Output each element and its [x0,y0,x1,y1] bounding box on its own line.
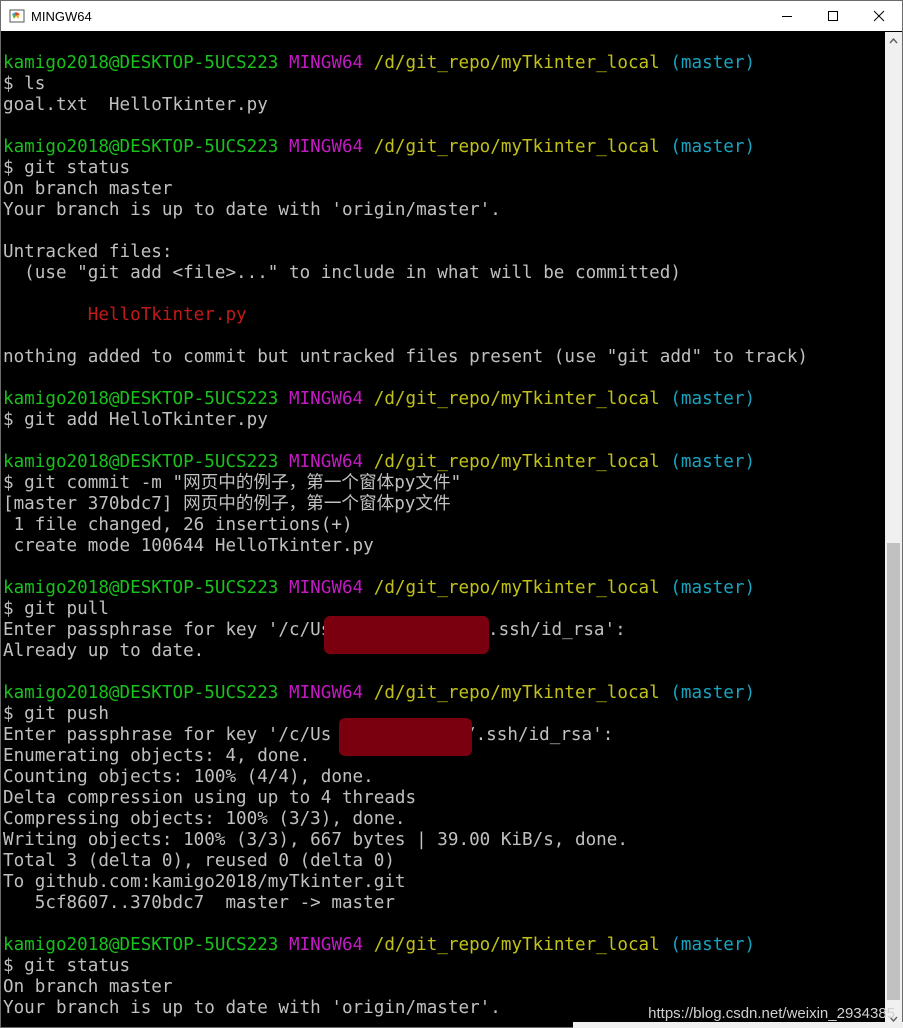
output-line: On branch master [3,977,173,997]
command-line: $ git status [3,956,131,976]
output-line: Enter passphrase for key '/c/Us [3,725,332,745]
maximize-icon [828,11,838,21]
output-line: [master 370bdc7] 网页中的例子，第一个窗体py文件 [3,494,451,514]
status-strip [573,1022,903,1028]
output-line: 5cf8607..370bdc7 master -> master [3,893,395,913]
output-line: .ssh/id_rsa': [488,620,626,640]
prompt-line: kamigo2018@DESKTOP-5UCS223 MINGW64 /d/gi… [3,935,756,955]
prompt-line: kamigo2018@DESKTOP-5UCS223 MINGW64 /d/gi… [3,683,756,703]
terminal-window: MINGW64 kamigo2018@DESKTOP-5UCS223 MINGW… [0,0,903,1028]
untracked-file: HelloTkinter.py [3,305,247,325]
window-title: MINGW64 [31,8,92,24]
title-bar[interactable]: MINGW64 [1,1,902,31]
command-line: $ git push [3,704,109,724]
prompt-line: kamigo2018@DESKTOP-5UCS223 MINGW64 /d/gi… [3,452,756,472]
command-line: $ git status [3,158,131,178]
output-line: goal.txt HelloTkinter.py [3,95,268,115]
minimize-button[interactable] [764,1,810,31]
command-line: $ git pull [3,599,109,619]
output-line: Your branch is up to date with 'origin/m… [3,998,501,1018]
output-line: Total 3 (delta 0), reused 0 (delta 0) [3,851,395,871]
redaction-mark [339,718,472,756]
output-line: (use "git add <file>..." to include in w… [3,263,681,283]
watermark: https://blog.csdn.net/weixin_2934385 [648,1005,895,1022]
command-line: $ ls [3,74,46,94]
close-icon [873,10,885,22]
output-line: On branch master [3,179,173,199]
scroll-up-button[interactable] [885,32,902,49]
prompt-line: kamigo2018@DESKTOP-5UCS223 MINGW64 /d/gi… [3,53,756,73]
output-line: Writing objects: 100% (3/3), 667 bytes |… [3,830,628,850]
output-line: create mode 100644 HelloTkinter.py [3,536,374,556]
output-line: Counting objects: 100% (4/4), done. [3,767,374,787]
output-line: Compressing objects: 100% (3/3), done. [3,809,406,829]
output-line: Already up to date. [3,641,205,661]
output-line: Enter passphrase for key '/c/Us [3,620,332,640]
prompt-line: kamigo2018@DESKTOP-5UCS223 MINGW64 /d/gi… [3,389,756,409]
command-line: $ git add HelloTkinter.py [3,410,268,430]
output-line: To github.com:kamigo2018/myTkinter.git [3,872,406,892]
maximize-button[interactable] [810,1,856,31]
output-line: 1 file changed, 26 insertions(+) [3,515,353,535]
output-line: nothing added to commit but untracked fi… [3,347,809,367]
chevron-up-icon [889,37,898,43]
minimize-icon [782,16,792,17]
prompt-line: kamigo2018@DESKTOP-5UCS223 MINGW64 /d/gi… [3,137,756,157]
output-line: Untracked files: [3,242,173,262]
output-line: Delta compression using up to 4 threads [3,788,417,808]
output-line: Enumerating objects: 4, done. [3,746,311,766]
terminal-output[interactable]: kamigo2018@DESKTOP-5UCS223 MINGW64 /d/gi… [1,32,884,1027]
prompt-line: kamigo2018@DESKTOP-5UCS223 MINGW64 /d/gi… [3,578,756,598]
output-line: /.ssh/id_rsa': [465,725,614,745]
close-button[interactable] [856,1,902,31]
command-line: $ git commit -m "网页中的例子，第一个窗体py文件" [3,473,462,493]
output-line: Your branch is up to date with 'origin/m… [3,200,501,220]
vertical-scrollbar[interactable] [885,32,902,1027]
redaction-mark [324,616,489,654]
git-bash-icon [9,8,25,24]
scrollbar-thumb[interactable] [887,543,900,1000]
